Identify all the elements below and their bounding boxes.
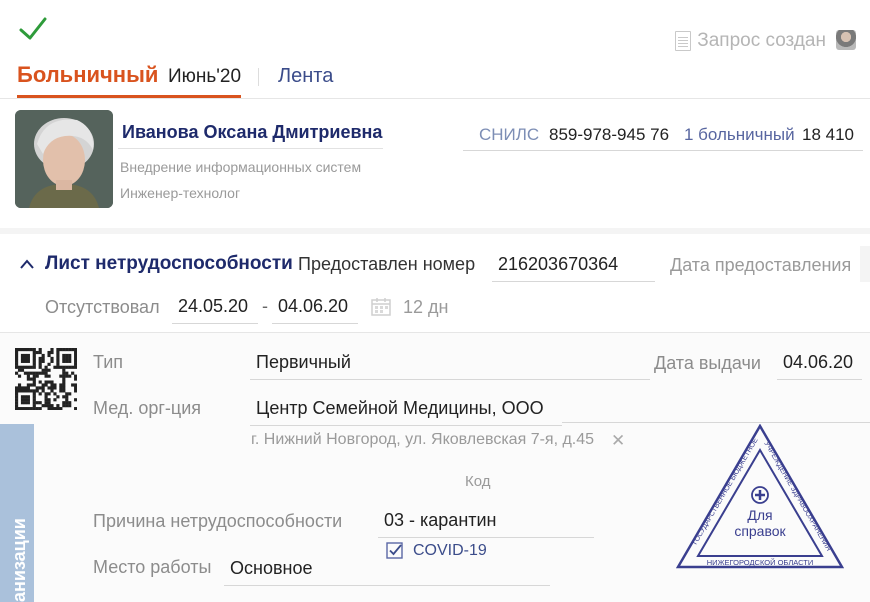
type-label: Тип — [93, 352, 124, 372]
employee-summary: СНИЛС 859-978-945 76 1 больничный 18 410 — [463, 125, 863, 151]
med-org-address: г. Нижний Новгород, ул. Яковлевская 7-я,… — [251, 431, 595, 448]
user-avatar[interactable] — [836, 30, 856, 50]
date-range-dash: - — [262, 296, 268, 316]
date-provided-field[interactable] — [860, 246, 870, 282]
sick-count-label[interactable]: 1 больничный — [684, 125, 795, 145]
med-org-field[interactable]: Центр Семейной Медицины, ООО — [250, 398, 562, 426]
request-status-text: Запрос создан — [697, 30, 826, 51]
snils-value: 859-978-945 76 — [549, 125, 670, 144]
svg-text:НИЖЕГОРОДСКОЙ ОБЛАСТИ: НИЖЕГОРОДСКОЙ ОБЛАСТИ — [707, 558, 813, 567]
type-field[interactable]: Первичный — [250, 352, 650, 380]
employee-department: Внедрение информационных систем — [120, 159, 362, 175]
code-label: Код — [465, 473, 491, 490]
header-divider — [0, 98, 870, 99]
issue-date-label: Дата выдачи — [654, 353, 761, 373]
request-status: Запрос создан — [675, 30, 826, 52]
chevron-up-icon[interactable] — [20, 258, 34, 272]
date-provided-label: Дата предоставления — [670, 255, 852, 275]
days-count: 12 дн — [403, 297, 449, 317]
reason-label: Причина нетрудоспособности — [93, 511, 343, 531]
divider — [562, 422, 870, 423]
covid-checkbox[interactable] — [386, 542, 403, 559]
calendar-icon[interactable] — [371, 297, 391, 316]
clear-address-icon[interactable]: ✕ — [611, 431, 625, 451]
date-to-field[interactable]: 04.06.20 — [272, 296, 358, 324]
sheet-number-field[interactable]: 216203670364 — [492, 254, 655, 282]
workplace-field[interactable]: Основное — [224, 558, 550, 586]
tab-separator — [258, 68, 259, 86]
sick-amount: 18 410 — [802, 125, 854, 144]
issue-date-field[interactable]: 04.06.20 — [777, 352, 862, 380]
employee-position: Инженер-технолог — [120, 185, 241, 201]
provided-number-label: Предоставлен номер — [298, 254, 476, 274]
tab-month[interactable]: Июнь'20 — [168, 66, 241, 88]
tab-feed[interactable]: Лента — [278, 65, 333, 88]
employee-photo — [15, 110, 113, 208]
divider — [118, 148, 383, 149]
tab-sick-leave[interactable]: Больничный — [17, 62, 158, 88]
sick-sheet-title[interactable]: Лист нетрудоспособности — [45, 253, 293, 275]
side-tab-organization[interactable]: анизации — [0, 424, 34, 602]
snils-label: СНИЛС — [479, 125, 540, 144]
employee-name: Иванова Оксана Дмитриевна — [122, 122, 383, 142]
checkmark-icon — [19, 17, 47, 40]
med-org-label: Мед. орг-ция — [93, 398, 202, 418]
document-icon — [675, 31, 692, 51]
svg-text:справок: справок — [734, 523, 786, 539]
date-from-field[interactable]: 24.05.20 — [172, 296, 258, 324]
stamp-seal: ГОСУДАРСТВЕННОЕ БЮДЖЕТНОЕ УЧРЕЖДЕНИЕ ЗДР… — [676, 424, 844, 569]
side-tab-label: анизации — [9, 518, 29, 602]
absent-label: Отсутствовал — [45, 297, 160, 317]
section-divider — [0, 228, 870, 234]
qr-code-icon — [15, 348, 77, 410]
workplace-label: Место работы — [93, 557, 212, 577]
svg-text:Для: Для — [747, 507, 772, 523]
reason-field[interactable]: 03 - карантин — [378, 510, 594, 538]
